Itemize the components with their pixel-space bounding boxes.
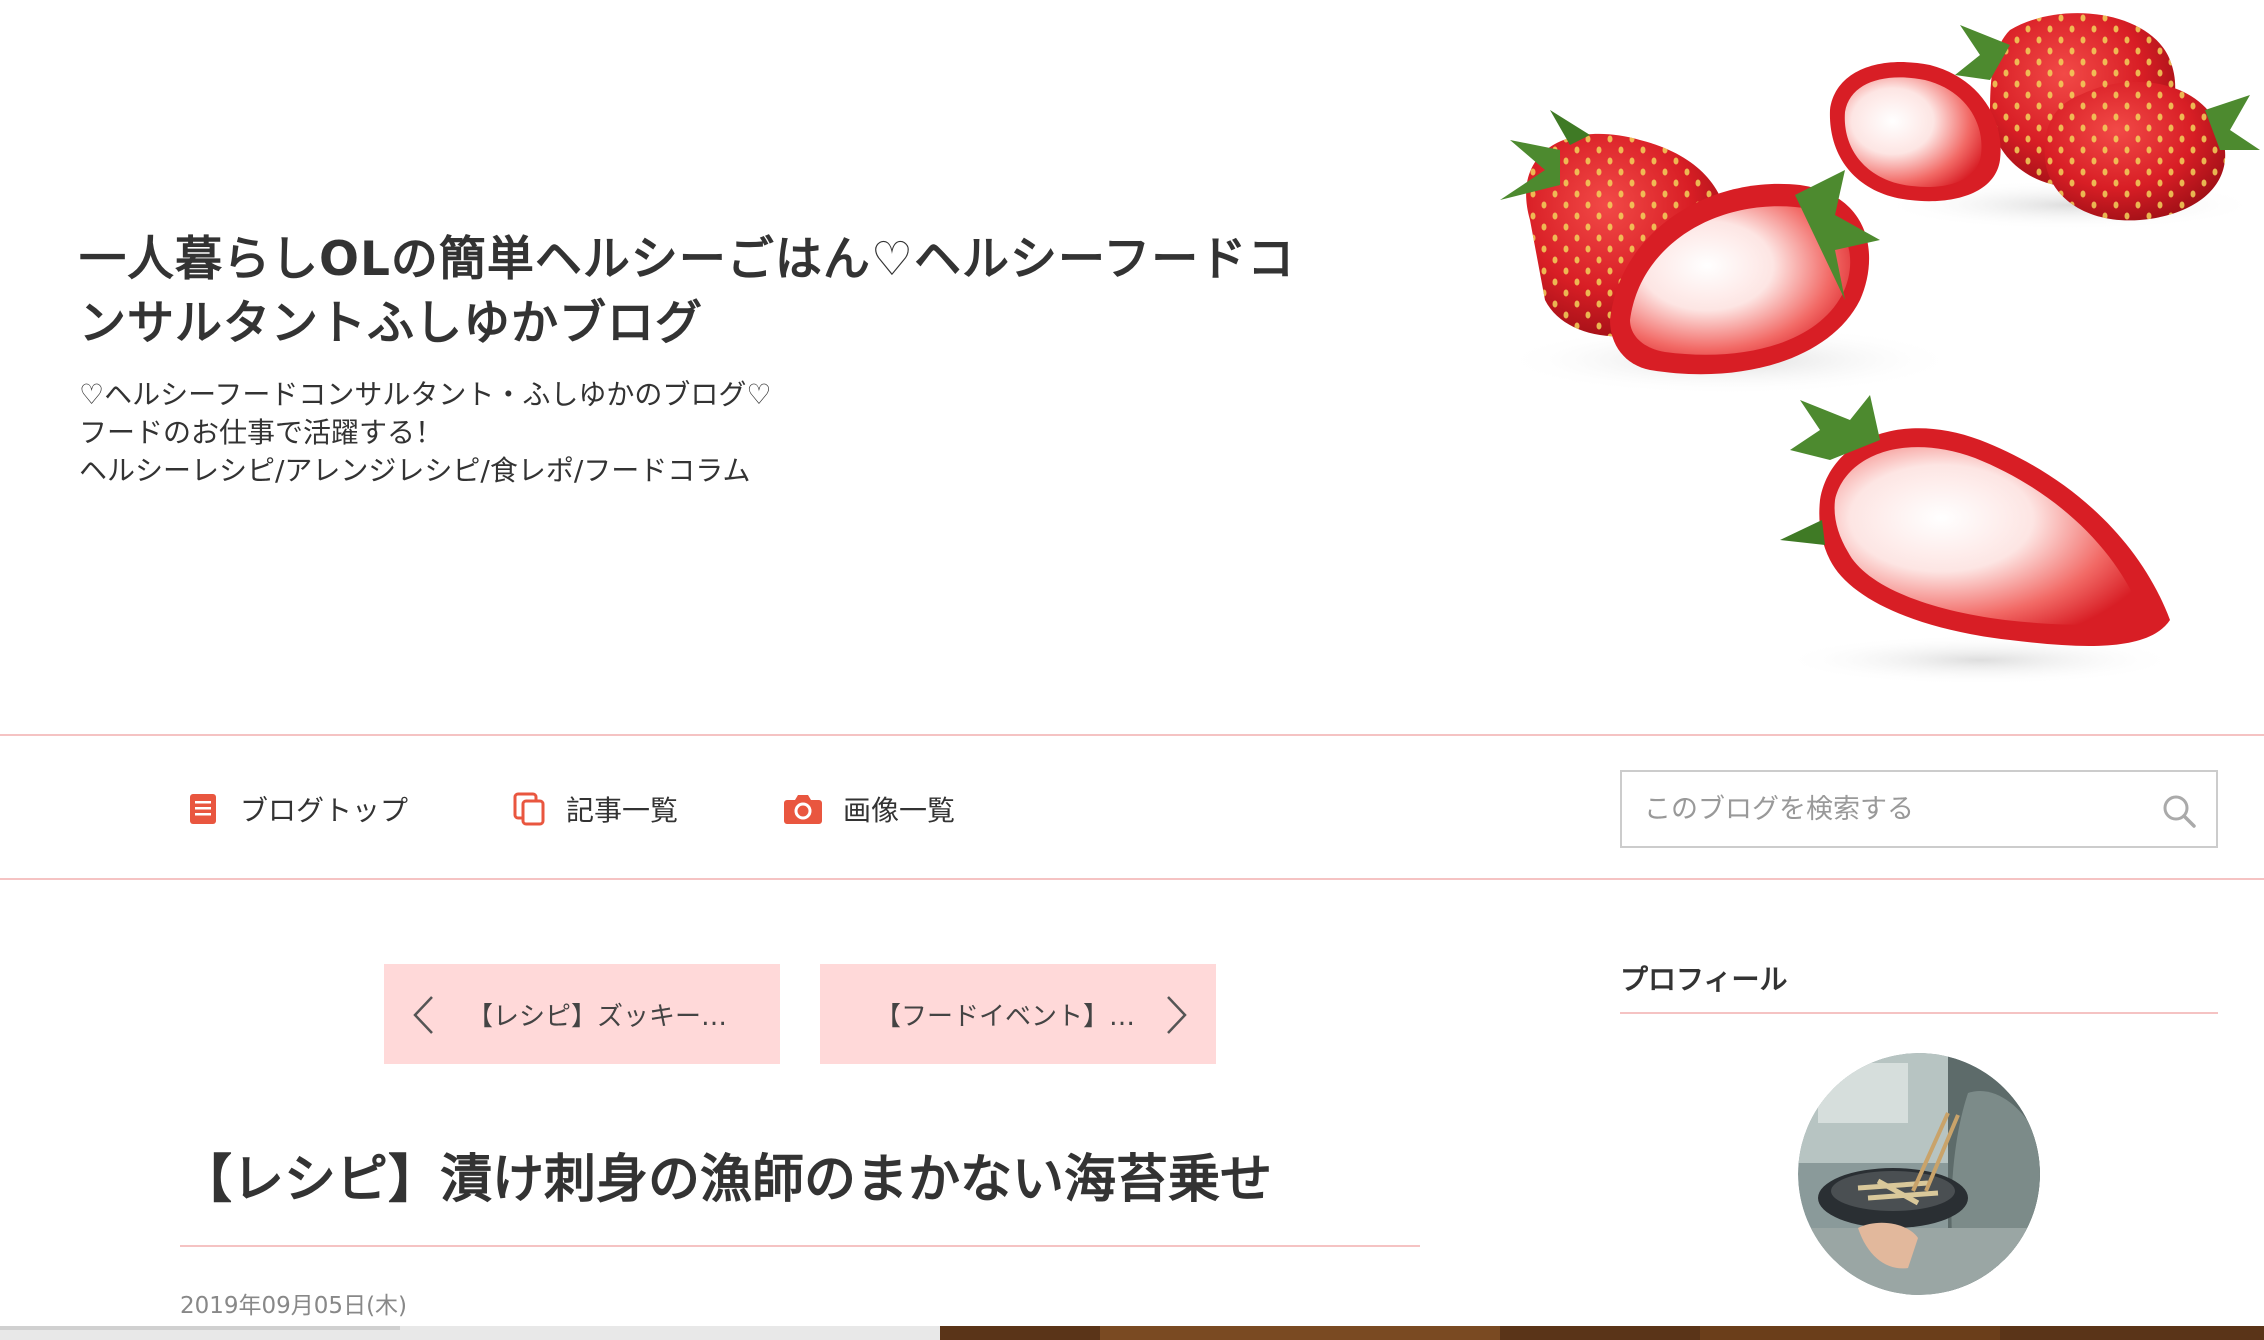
site-description: ♡ヘルシーフードコンサルタント・ふしゆかのブログ♡ フードのお仕事で活躍する！ … [79,376,1079,490]
nav-item-label: ブログトップ [240,794,409,827]
nav-item-label: 記事一覧 [566,794,679,827]
article-title[interactable]: 【レシピ】漬け刺身の漁師のまかない海苔乗せ [180,1140,1420,1220]
copy-icon [513,792,545,826]
search-icon[interactable] [2160,792,2198,830]
profile-heading-divider [1620,1012,2218,1014]
next-article-button[interactable]: 【フードイベント】… [820,964,1216,1064]
profile-heading: プロフィール [1620,963,1788,996]
site-title-line-1[interactable]: 一人暮らしOLの簡単ヘルシーごはん♡ヘルシーフードコ [79,228,1339,292]
site-description-line: ♡ヘルシーフードコンサルタント・ふしゆかのブログ♡ [79,378,772,411]
nav-item-label: 画像一覧 [843,794,956,827]
prev-article-button[interactable]: 【レシピ】ズッキー… [384,964,780,1064]
strawberry-header-image [1500,13,2260,685]
site-description-line: ヘルシーレシピ/アレンジレシピ/食レポ/フードコラム [79,454,751,487]
chevron-left-icon [413,996,433,1034]
article-date: 2019年09月05日(木) [180,1293,408,1319]
site-description-line: フードのお仕事で活躍する！ [79,416,444,449]
nav-item-image-list[interactable]: 画像一覧 [783,786,955,832]
blog-search [1620,770,2218,848]
prev-article-label: 【レシピ】ズッキー… [466,1001,727,1032]
global-nav: ブログトップ 記事一覧 画像一覧 [0,734,2264,880]
search-input[interactable] [1622,772,2142,846]
article-title-divider [180,1245,1420,1247]
blog-header: 一人暮らしOLの簡単ヘルシーごはん♡ヘルシーフードコ ンサルタントふしゆかブログ… [0,0,2264,735]
nav-item-blog-top[interactable]: ブログトップ [186,786,408,832]
site-title-line-2[interactable]: ンサルタントふしゆかブログ [79,292,1339,356]
chevron-right-icon [1167,996,1187,1034]
content-image-top-edge [0,1326,2264,1340]
site-title[interactable]: 一人暮らしOLの簡単ヘルシーごはん♡ヘルシーフードコ ンサルタントふしゆかブログ [79,228,1339,356]
profile-avatar[interactable] [1798,1053,2040,1295]
nav-item-article-list[interactable]: 記事一覧 [512,786,678,832]
document-icon [190,794,216,824]
next-article-label: 【フードイベント】… [874,1001,1135,1032]
camera-icon [784,795,822,824]
